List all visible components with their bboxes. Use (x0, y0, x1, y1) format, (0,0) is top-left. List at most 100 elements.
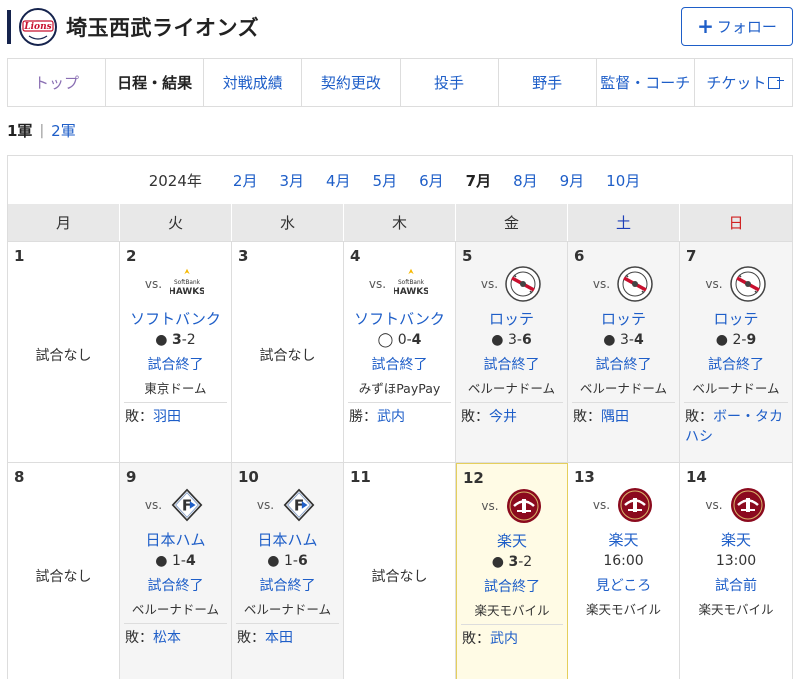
opponent-link[interactable]: 楽天 (457, 530, 567, 551)
month-link-mar[interactable]: 3月 (279, 170, 304, 191)
marines-logo-icon[interactable] (504, 265, 542, 303)
score-left: 1 (171, 553, 181, 569)
month-link-jun[interactable]: 6月 (419, 170, 444, 191)
calendar-day-cell: 9 vs. F 日本ハム ● 1-4 試合終了 ベルーナドーム 敗：松本 (120, 463, 232, 679)
game-start-time: 16:00 (603, 553, 644, 569)
svg-text:HAWKS: HAWKS (394, 287, 428, 297)
opponent-link[interactable]: 日本ハム (232, 529, 343, 550)
team-nav-tabs: トップ 日程・結果 対戦成績 契約更改 投手 野手 監督・コーチ チケット (7, 58, 793, 107)
eagles-logo-icon[interactable] (616, 486, 654, 524)
decision-label: 敗： (125, 409, 153, 425)
matchup-row: vs. SoftBank HAWKS (120, 264, 231, 304)
venue-label: みずほPayPay (358, 381, 441, 396)
pitcher-link[interactable]: 武内 (377, 409, 405, 425)
tab-matchups[interactable]: 対戦成績 (204, 59, 303, 106)
marines-logo-icon[interactable] (729, 265, 767, 303)
squad-switcher: 1軍 | 2軍 (7, 120, 76, 141)
hawks-logo-icon[interactable]: SoftBank HAWKS (168, 265, 206, 303)
game-status-link[interactable]: 試合終了 (457, 576, 567, 596)
opponent-link[interactable]: ロッテ (456, 308, 567, 329)
squad-second-team-link[interactable]: 2軍 (51, 120, 76, 141)
pitcher-link[interactable]: 今井 (489, 409, 517, 425)
white-circle-icon: ◯ (377, 332, 394, 348)
matchup-row: vs. SoftBank HAWKS (344, 264, 455, 304)
venue-label: 楽天モバイル (698, 602, 774, 617)
game-score: ● 1-6 (232, 553, 343, 569)
calendar-day-cell: 10 vs. F 日本ハム ● 1-6 試合終了 ベルーナドーム 敗：本田 (232, 463, 344, 679)
game-status-link[interactable]: 試合終了 (680, 354, 792, 374)
day-number: 5 (462, 247, 473, 265)
follow-button[interactable]: + フォロー (681, 7, 793, 46)
pitcher-link[interactable]: 松本 (153, 630, 181, 646)
month-link-may[interactable]: 5月 (373, 170, 398, 191)
vs-label: vs. (368, 277, 387, 291)
marines-logo-icon[interactable] (616, 265, 654, 303)
header-accent-bar (7, 10, 11, 44)
day-number: 11 (350, 468, 371, 486)
month-link-oct[interactable]: 10月 (606, 170, 640, 191)
eagles-logo-icon[interactable] (505, 487, 543, 525)
svg-text:Lions: Lions (23, 22, 51, 32)
tab-fielders[interactable]: 野手 (499, 59, 597, 106)
tab-contracts[interactable]: 契約更改 (302, 59, 401, 106)
opponent-link[interactable]: ロッテ (680, 308, 792, 329)
calendar-day-cell: 14 vs. 楽天 13:00 試合前 楽天モバイル (680, 463, 792, 679)
opponent-link[interactable]: 楽天 (680, 529, 792, 550)
vs-label: vs. (705, 277, 723, 291)
score-right: 4 (411, 332, 422, 348)
month-link-aug[interactable]: 8月 (513, 170, 538, 191)
calendar-day-cell: 8 試合なし (8, 463, 120, 679)
game-status-link[interactable]: 試合終了 (120, 575, 231, 595)
tab-tickets[interactable]: チケット (695, 59, 792, 106)
venue-label: ベルーナドーム (131, 602, 220, 617)
pitcher-link[interactable]: 羽田 (153, 409, 181, 425)
month-link-apr[interactable]: 4月 (326, 170, 351, 191)
matchup-row: vs. F (120, 485, 231, 525)
vs-label: vs. (144, 277, 163, 291)
fighters-logo-icon[interactable]: F (168, 486, 206, 524)
opponent-link[interactable]: ロッテ (568, 308, 679, 329)
venue-label: ベルーナドーム (243, 602, 332, 617)
game-status-link[interactable]: 見どころ (568, 575, 679, 595)
month-link-feb[interactable]: 2月 (233, 170, 258, 191)
matchup-row: vs. (568, 264, 679, 304)
game-status-link[interactable]: 試合終了 (232, 575, 343, 595)
pitcher-link[interactable]: 本田 (265, 630, 293, 646)
month-link-sep[interactable]: 9月 (560, 170, 585, 191)
pitcher-link[interactable]: 武内 (490, 631, 518, 647)
squad-separator: | (39, 122, 45, 139)
vs-label: vs. (705, 498, 723, 512)
hawks-logo-icon[interactable]: SoftBank HAWKS (392, 265, 430, 303)
decision-pitcher: 敗：松本 (124, 623, 227, 648)
tab-coaches[interactable]: 監督・コーチ (597, 59, 695, 106)
decision-pitcher: 勝：武内 (348, 402, 451, 427)
svg-text:SoftBank: SoftBank (174, 280, 201, 286)
game-status-link[interactable]: 試合終了 (120, 354, 231, 374)
opponent-link[interactable]: 楽天 (568, 529, 679, 550)
game-start-time: 13:00 (715, 553, 757, 569)
fighters-logo-icon[interactable]: F (280, 486, 318, 524)
opponent-link[interactable]: ソフトバンク (120, 308, 231, 329)
opponent-link[interactable]: ソフトバンク (344, 308, 455, 329)
game-status-link[interactable]: 試合終了 (344, 354, 455, 374)
vs-label: vs. (592, 498, 611, 512)
eagles-logo-icon[interactable] (729, 486, 767, 524)
game-status-link[interactable]: 試合終了 (456, 354, 567, 374)
opponent-link[interactable]: 日本ハム (120, 529, 231, 550)
tab-schedule-results[interactable]: 日程・結果 (106, 59, 205, 106)
matchup-row: vs. (456, 264, 567, 304)
day-number: 2 (126, 247, 137, 265)
squad-first-team: 1軍 (7, 122, 33, 140)
weekday-tue: 火 (120, 204, 232, 241)
decision-pitcher: 敗：ボー・タカハシ (684, 402, 788, 447)
decision-label: 敗： (461, 409, 489, 425)
game-status-link[interactable]: 試合前 (680, 575, 792, 595)
vs-label: vs. (144, 498, 163, 512)
tab-top[interactable]: トップ (8, 59, 107, 106)
game-status-link[interactable]: 試合終了 (568, 354, 679, 374)
pitcher-link[interactable]: 隅田 (601, 409, 629, 425)
calendar-day-cell: 7 vs. ロッテ ● 2-9 試合終了 ベルーナドーム 敗：ボー・タカハシ (680, 242, 792, 463)
weekday-thu: 木 (344, 204, 456, 241)
tab-pitchers[interactable]: 投手 (401, 59, 499, 106)
venue-label: ベルーナドーム (467, 381, 556, 396)
